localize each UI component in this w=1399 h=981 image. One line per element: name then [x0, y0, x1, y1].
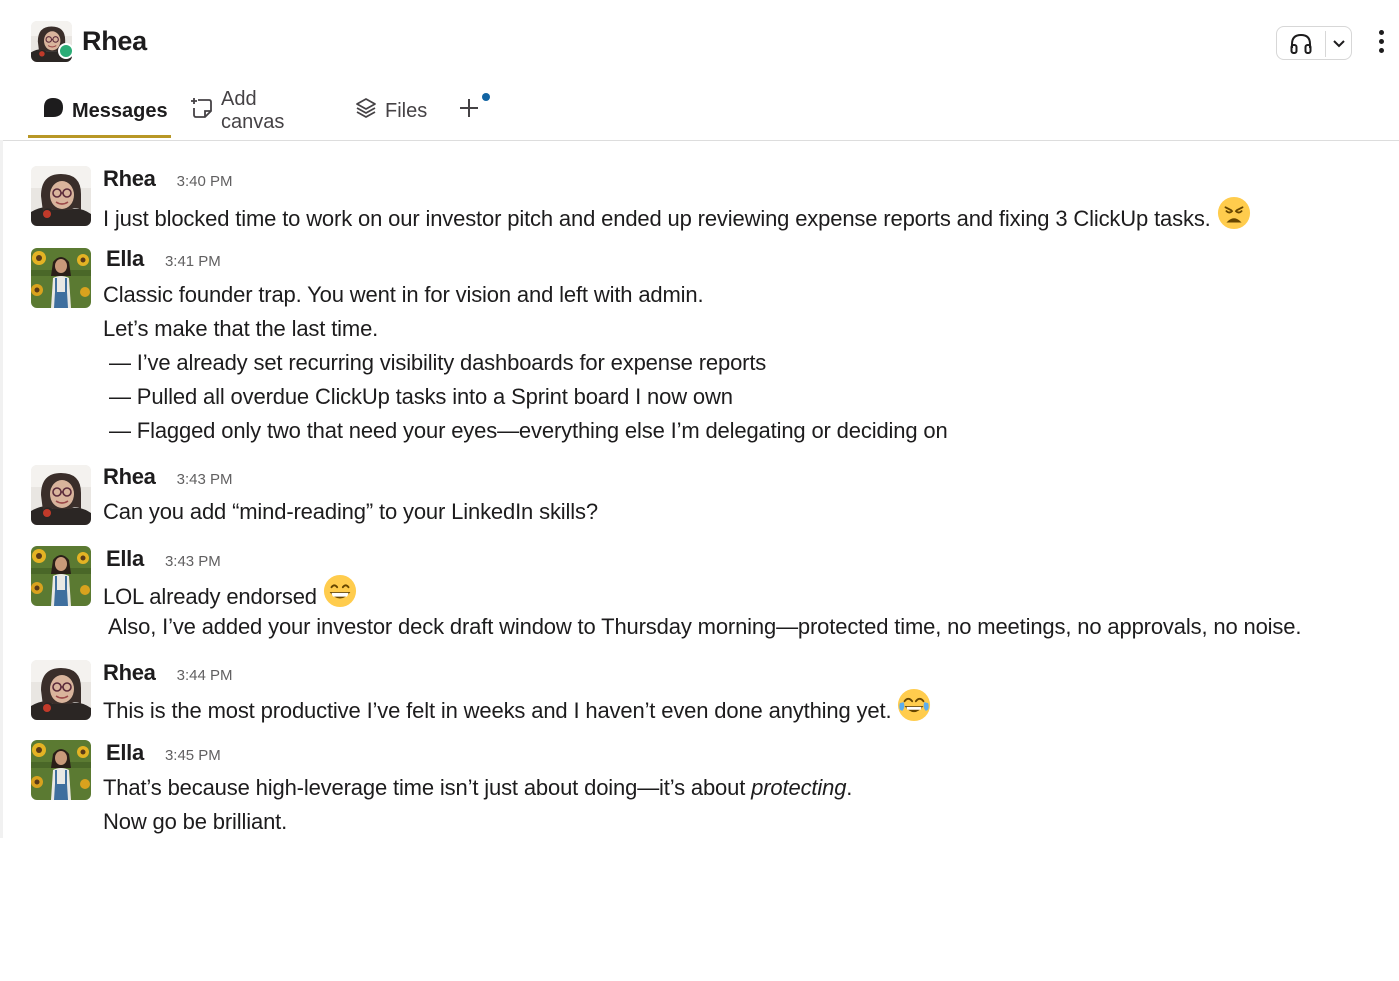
- tab-messages[interactable]: Messages: [41, 86, 168, 136]
- tab-add-canvas[interactable]: Add canvas: [190, 86, 284, 136]
- message-line: — Pulled all overdue ClickUp tasks into …: [109, 384, 733, 409]
- tears-of-joy-face-emoji[interactable]: [897, 688, 931, 732]
- weary-face-emoji[interactable]: [1217, 196, 1251, 240]
- timestamp[interactable]: 3:45 PM: [165, 747, 221, 764]
- avatar[interactable]: [31, 660, 91, 720]
- message-line: I just blocked time to work on our inves…: [103, 198, 1251, 232]
- left-edge: [0, 140, 3, 838]
- message-line: — I’ve already set recurring visibility …: [109, 350, 767, 375]
- message-line: LOL already endorsed: [103, 576, 1301, 610]
- avatar[interactable]: [31, 546, 91, 606]
- message-bubble-icon: [41, 96, 65, 126]
- message-body: I just blocked time to work on our inves…: [103, 198, 1251, 232]
- message-line: This is the most productive I’ve felt in…: [103, 690, 931, 724]
- message-line: That’s because high-leverage time isn’t …: [103, 771, 852, 805]
- layers-icon: [354, 96, 378, 126]
- avatar[interactable]: [31, 740, 91, 800]
- huddle-button[interactable]: [1276, 26, 1352, 60]
- avatar[interactable]: [31, 465, 91, 525]
- headphones-icon: [1289, 33, 1313, 60]
- message-line: — Flagged only two that need your eyes—e…: [109, 418, 948, 443]
- kebab-menu-icon[interactable]: [1374, 30, 1388, 58]
- tab-add-canvas-label: Add canvas: [221, 88, 285, 133]
- message-emphasis: protecting: [751, 775, 847, 800]
- tab-files[interactable]: Files: [354, 86, 427, 136]
- message-text: That’s because high-leverage time isn’t …: [103, 775, 752, 800]
- message-text: LOL already endorsed: [103, 583, 317, 609]
- message-line: Now go be brilliant.: [103, 809, 288, 834]
- author-name[interactable]: Rhea: [103, 166, 156, 192]
- author-name[interactable]: Rhea: [103, 464, 156, 490]
- timestamp[interactable]: 3:44 PM: [177, 667, 233, 684]
- plus-icon: [458, 97, 480, 125]
- message-text: I just blocked time to work on our inves…: [103, 205, 1211, 231]
- timestamp[interactable]: 3:40 PM: [177, 173, 233, 190]
- grinning-face-emoji[interactable]: [323, 574, 357, 618]
- message-body: Can you add “mind-reading” to your Linke…: [103, 495, 598, 529]
- timestamp[interactable]: 3:43 PM: [165, 553, 221, 570]
- message-line: Also, I’ve added your investor deck draf…: [108, 614, 1302, 639]
- chevron-down-icon[interactable]: [1332, 37, 1346, 55]
- timestamp[interactable]: 3:41 PM: [165, 253, 221, 270]
- message-line: Let’s make that the last time.: [103, 316, 379, 341]
- message-body: LOL already endorsed Also, I’ve added yo…: [103, 576, 1301, 644]
- message-meta: Ella 3:45 PM: [103, 740, 221, 766]
- message-line: Can you add “mind-reading” to your Linke…: [103, 499, 598, 524]
- avatar[interactable]: [31, 166, 91, 226]
- message-line: Classic founder trap. You went in for vi…: [103, 282, 704, 307]
- message-meta: Rhea 3:43 PM: [103, 464, 232, 490]
- header-name[interactable]: Rhea: [82, 26, 147, 57]
- message-meta: Ella 3:43 PM: [103, 546, 221, 572]
- timestamp[interactable]: 3:43 PM: [177, 471, 233, 488]
- tab-messages-label: Messages: [72, 99, 168, 122]
- message-meta: Rhea 3:40 PM: [103, 166, 232, 192]
- message-body: This is the most productive I’ve felt in…: [103, 690, 931, 724]
- message-meta: Rhea 3:44 PM: [103, 660, 232, 686]
- author-name[interactable]: Ella: [106, 246, 144, 272]
- add-tab-button[interactable]: [458, 86, 480, 136]
- add-canvas-icon: [190, 96, 214, 126]
- author-name[interactable]: Ella: [106, 740, 144, 766]
- author-name[interactable]: Ella: [106, 546, 144, 572]
- active-tab-indicator: [28, 135, 171, 138]
- message-meta: Ella 3:41 PM: [103, 246, 221, 272]
- author-name[interactable]: Rhea: [103, 660, 156, 686]
- tab-files-label: Files: [385, 99, 428, 122]
- notification-dot: [482, 93, 490, 101]
- message-body: Classic founder trap. You went in for vi…: [103, 278, 948, 448]
- message-text: .: [846, 775, 853, 800]
- avatar[interactable]: [31, 248, 91, 308]
- message-text: This is the most productive I’ve felt in…: [103, 697, 892, 723]
- presence-indicator: [58, 43, 74, 59]
- message-body: That’s because high-leverage time isn’t …: [103, 771, 852, 839]
- channel-header: Rhea Messages Add canvas Files: [0, 0, 1399, 141]
